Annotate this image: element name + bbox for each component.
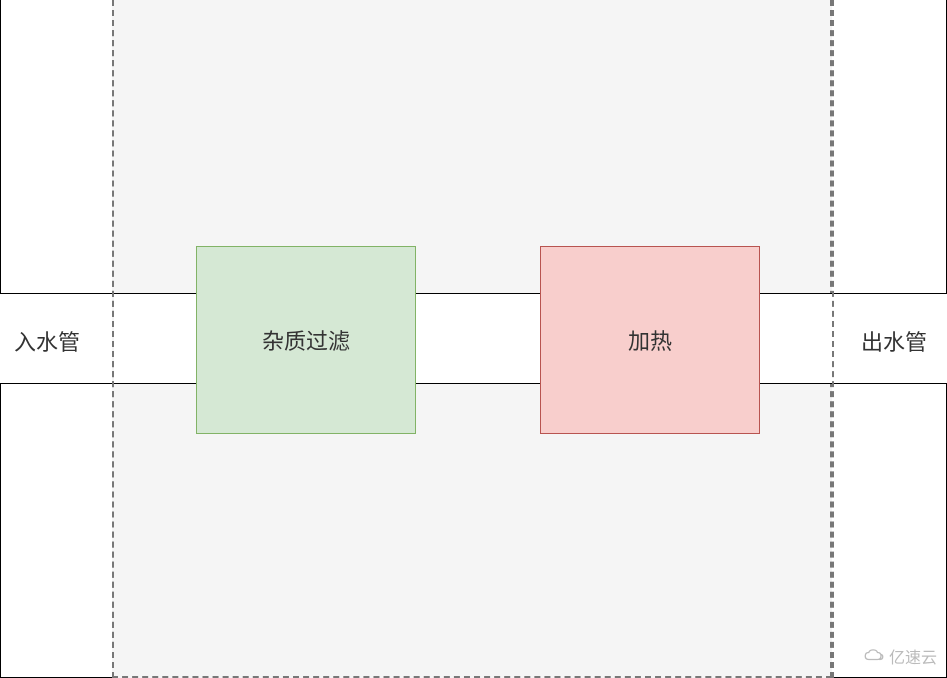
filter-box-label: 杂质过滤 — [262, 324, 350, 356]
cloud-icon — [863, 649, 885, 663]
container-left-border — [112, 0, 114, 678]
pipe-bottom-edge — [0, 383, 947, 384]
filter-box: 杂质过滤 — [196, 246, 416, 434]
pipe-top-edge — [0, 293, 947, 294]
heat-box: 加热 — [540, 246, 760, 434]
input-pipe-label: 入水管 — [14, 325, 80, 357]
heat-box-label: 加热 — [628, 324, 672, 356]
output-pipe-label: 出水管 — [861, 325, 927, 357]
watermark: 亿速云 — [863, 644, 937, 668]
container-right-border — [832, 0, 834, 678]
watermark-text: 亿速云 — [889, 644, 937, 668]
